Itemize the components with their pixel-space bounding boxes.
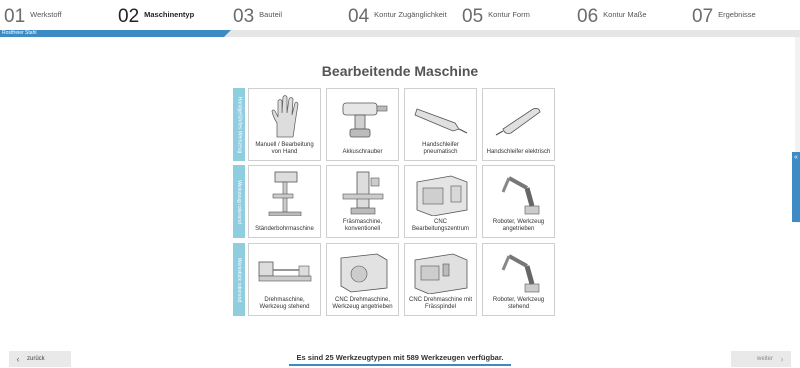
- tile-handschleifer-pneumatisch[interactable]: Handschleifer pneumatisch: [404, 88, 477, 161]
- pneumatic-grinder-icon: [414, 108, 467, 134]
- chevron-left-icon: ‹: [16, 354, 20, 364]
- drill-press-icon: [268, 171, 301, 216]
- step-number: 04: [348, 6, 370, 27]
- tile-roboter-angetrieben[interactable]: Roboter, Werkzeug angetrieben: [482, 165, 555, 238]
- tile-manuell[interactable]: Manuell / Bearbeitung von Hand: [248, 88, 321, 161]
- step-label: Kontur Maße: [603, 10, 647, 19]
- next-button[interactable]: weiter ›: [731, 351, 791, 367]
- tile-caption: Akkuschrauber: [342, 149, 383, 155]
- tile-caption: Ständerbohrmaschine: [255, 226, 314, 232]
- step-number: 01: [4, 6, 26, 27]
- electric-grinder-icon: [495, 108, 540, 136]
- step-kontur-zugaenglichkeit[interactable]: 04 Kontur Zugänglichkeit: [344, 0, 458, 26]
- cnc-center-icon: [416, 175, 467, 216]
- tile-roboter-stehend[interactable]: Roboter, Werkzeug stehend: [482, 243, 555, 316]
- cnc-lathe-spindle-icon: [414, 253, 467, 294]
- tile-caption: Handschleifer pneumatisch: [422, 142, 459, 155]
- robot-arm-icon: [501, 254, 539, 293]
- row-label-werkstueck-rotierend: Werkstück rotierend: [233, 243, 245, 316]
- tile-caption: Drehmaschine, Werkzeug stehend: [259, 297, 310, 310]
- step-label: Werkstoff: [30, 10, 62, 19]
- tile-handschleifer-elektrisch[interactable]: Handschleifer elektrisch: [482, 88, 555, 161]
- tile-caption: Handschleifer elektrisch: [486, 149, 551, 155]
- selected-material-crumb: Rostfreier Stahl: [2, 30, 37, 36]
- page-title: Bearbeitende Maschine: [321, 63, 479, 79]
- next-button-label: weiter: [756, 356, 773, 362]
- step-navigation: 01 Werkstoff 02 Maschinentyp 03 Bauteil …: [0, 0, 800, 28]
- tile-akkuschrauber[interactable]: Akkuschrauber: [326, 88, 399, 161]
- tile-caption: CNC Bearbeitungszentrum: [411, 219, 470, 232]
- tile-caption: Manuell / Bearbeitung von Hand: [255, 142, 314, 155]
- step-label: Kontur Form: [488, 10, 530, 19]
- chevron-right-icon: ›: [780, 354, 784, 364]
- robot-arm-icon: [501, 176, 539, 215]
- hand-glove-icon: [271, 95, 298, 138]
- tile-fraesmaschine[interactable]: Fräsmaschine, konventionell: [326, 165, 399, 238]
- back-button-label: zurück: [27, 356, 45, 362]
- tile-staenderbohrmaschine[interactable]: Ständerbohrmaschine: [248, 165, 321, 238]
- status-text: Es sind 25 Werkzeugtypen mit 589 Werkzeu…: [296, 353, 504, 362]
- step-werkstoff[interactable]: 01 Werkstoff: [0, 0, 114, 26]
- progress-bar: Rostfreier Stahl: [0, 30, 800, 37]
- status-underline: [289, 364, 511, 366]
- step-label: Ergebnisse: [718, 10, 756, 19]
- tile-caption: CNC Drehmaschine, Werkzeug angetrieben: [332, 297, 393, 310]
- tile-caption: Roboter, Werkzeug angetrieben: [492, 219, 545, 232]
- step-number: 03: [233, 6, 255, 27]
- tile-cnc-drehmaschine-angetrieben[interactable]: CNC Drehmaschine, Werkzeug angetrieben: [326, 243, 399, 316]
- row-label-werkzeug-rotierend: Werkzeug rotierend: [233, 165, 245, 238]
- tile-cnc-drehmaschine-fraesspindel[interactable]: CNC Drehmaschine mit Frässpindel: [404, 243, 477, 316]
- cordless-drill-icon: [342, 102, 387, 138]
- step-kontur-form[interactable]: 05 Kontur Form: [458, 0, 573, 26]
- tile-drehmaschine[interactable]: Drehmaschine, Werkzeug stehend: [248, 243, 321, 316]
- step-bauteil[interactable]: 03 Bauteil: [229, 0, 344, 26]
- row-label-handgefuehrt: Handgeführtes Werkzeug: [233, 88, 245, 161]
- step-number: 07: [692, 6, 714, 27]
- progress-fill: Rostfreier Stahl: [0, 30, 231, 37]
- tile-caption: CNC Drehmaschine mit Frässpindel: [408, 297, 472, 310]
- step-label: Kontur Zugänglichkeit: [374, 10, 447, 19]
- step-label: Bauteil: [259, 10, 283, 19]
- tile-caption: Fräsmaschine, konventionell: [342, 219, 383, 232]
- step-number: 06: [577, 6, 599, 27]
- side-panel-toggle[interactable]: «: [792, 152, 800, 222]
- back-button[interactable]: ‹ zurück: [9, 351, 71, 367]
- step-label: Maschinentyp: [144, 10, 195, 19]
- lathe-icon: [258, 261, 311, 282]
- step-maschinentyp[interactable]: 02 Maschinentyp: [114, 0, 229, 26]
- step-kontur-masse[interactable]: 06 Kontur Maße: [573, 0, 688, 26]
- cnc-lathe-icon: [340, 253, 387, 293]
- step-number: 05: [462, 6, 484, 27]
- step-number: 02: [118, 6, 140, 27]
- tile-caption: Roboter, Werkzeug stehend: [492, 297, 545, 310]
- step-ergebnisse[interactable]: 07 Ergebnisse: [688, 0, 800, 26]
- tile-cnc-bearbeitungszentrum[interactable]: CNC Bearbeitungszentrum: [404, 165, 477, 238]
- milling-machine-icon: [342, 171, 383, 215]
- double-chevron-left-icon: «: [794, 154, 798, 161]
